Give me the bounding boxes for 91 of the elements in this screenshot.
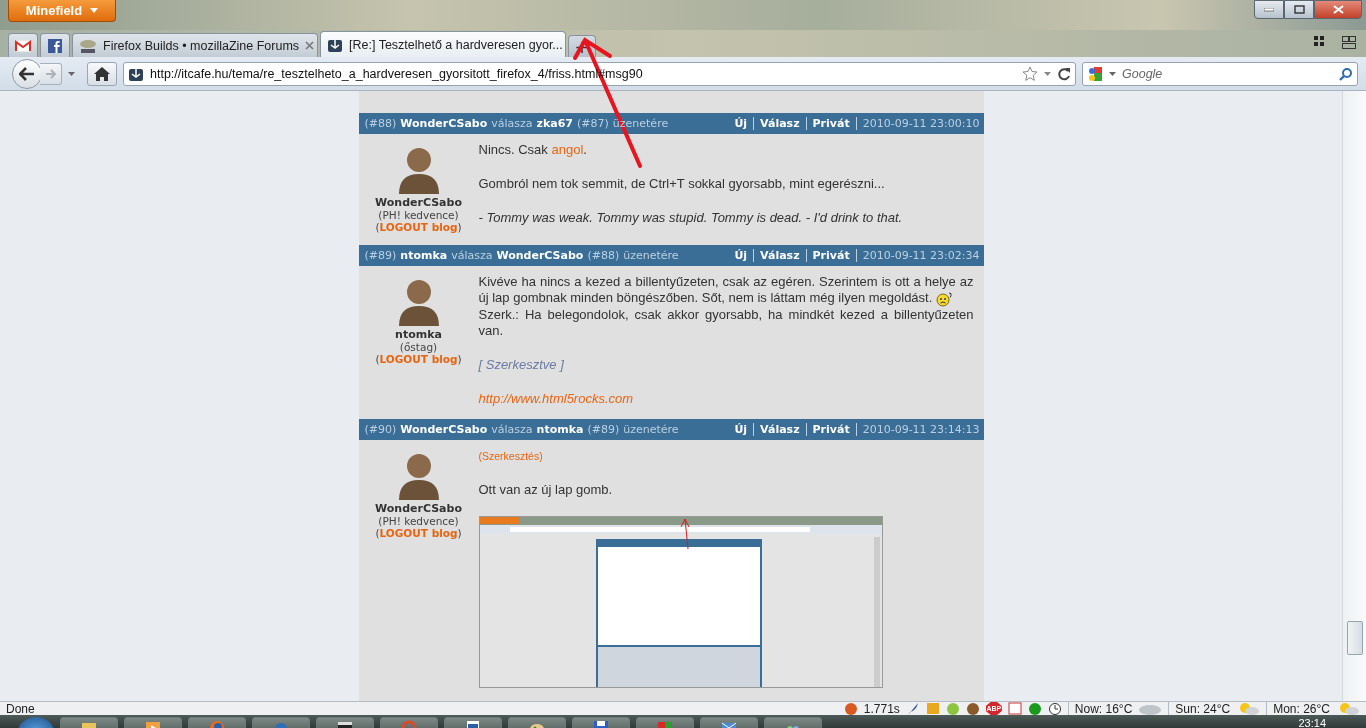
weather-reading[interactable]: Sun: 24°C: [1175, 702, 1231, 715]
dropdown-icon[interactable]: [68, 71, 75, 76]
paren: ): [457, 526, 462, 539]
back-arrow-icon: [19, 66, 35, 81]
reply-label: válasza: [491, 422, 533, 436]
post-number[interactable]: (#88): [364, 117, 397, 130]
confused-smiley-icon: [935, 290, 953, 307]
scrollbar[interactable]: [1342, 91, 1366, 701]
minimize-icon: [1264, 7, 1274, 12]
browser-tab[interactable]: Firefox Builds • mozillaZine Forums: [72, 33, 318, 57]
paren: (: [375, 526, 380, 539]
user-rank: (őstag): [399, 341, 438, 353]
post-date: 2010-09-11 23:14:13: [861, 422, 980, 436]
post-date: 2010-09-11 23:00:10: [861, 117, 980, 130]
close-icon: [1332, 5, 1344, 14]
signature-quote: - Tommy was weak. Tommy was stupid. Tommy is dead. - I'd drink to that.: [478, 210, 904, 226]
clock-icon[interactable]: [1047, 702, 1062, 715]
status-text: Done: [6, 702, 36, 715]
load-time: 1.771s: [863, 702, 900, 715]
post-action-link[interactable]: Privát: [806, 249, 857, 262]
airship-icon: [79, 37, 97, 54]
post-action-link[interactable]: Privát: [806, 422, 857, 436]
close-button[interactable]: [1314, 0, 1362, 19]
weather-reading[interactable]: Mon: 26°C: [1273, 702, 1330, 715]
post-paragraph: Ott van az új lap gomb.: [478, 481, 614, 498]
caret-icon: [90, 8, 99, 13]
paren: ): [457, 353, 462, 365]
reply-to-name[interactable]: WonderCSabo: [496, 249, 584, 262]
dropdown-icon[interactable]: [1109, 71, 1116, 76]
restore-icon: [1293, 5, 1305, 14]
post-action-link[interactable]: Válasz: [754, 117, 807, 130]
author-name[interactable]: WonderCSabo: [400, 117, 488, 130]
weather-reading[interactable]: Now: 16°C: [1074, 702, 1133, 715]
calendar-icon[interactable]: [1007, 702, 1022, 715]
reply-number[interactable]: (#89): [587, 422, 620, 436]
reply-number[interactable]: (#88): [587, 249, 620, 262]
search-placeholder[interactable]: Google: [1122, 66, 1333, 81]
user-name[interactable]: WonderCSabo: [375, 501, 462, 515]
user-rank: (PH! kedvence): [378, 514, 459, 527]
post-action-link[interactable]: Új: [728, 422, 755, 436]
search-icon[interactable]: [1339, 66, 1353, 81]
browser-tab[interactable]: [Re:] Tesztelhető a hardveresen gyor...: [320, 31, 566, 57]
post-action-link[interactable]: Válasz: [754, 249, 807, 262]
reply-label: válasza: [491, 117, 533, 130]
home-button[interactable]: [87, 61, 117, 86]
post-paragraph: Gombról nem tok semmit, de Ctrl+T sokkal gyorsabb, mint egerészni...: [478, 176, 886, 192]
author-name[interactable]: WonderCSabo: [400, 422, 488, 436]
reply-suffix: üzenetére: [623, 249, 679, 262]
post-action-link[interactable]: Új: [728, 117, 755, 130]
author-name[interactable]: ntomka: [400, 249, 448, 262]
reply-to-name[interactable]: ntomka: [536, 422, 584, 436]
user-name[interactable]: WonderCSabo: [375, 196, 462, 209]
taskbar-clock: 23:14: [1298, 716, 1327, 728]
paren: (: [375, 221, 380, 233]
forward-arrow-icon: [44, 68, 57, 79]
post-paragraph: Nincs. Csak angol.: [478, 142, 588, 158]
paren: ): [457, 221, 462, 233]
star-icon[interactable]: [1022, 66, 1038, 81]
maximize-button[interactable]: [1284, 0, 1314, 19]
envelope-icon: [15, 39, 31, 52]
back-button[interactable]: [12, 58, 42, 89]
reply-to-name[interactable]: zka67: [536, 117, 573, 130]
post-number[interactable]: (#90): [364, 422, 397, 436]
globe-icon[interactable]: [945, 702, 960, 715]
post-action-link[interactable]: Válasz: [754, 422, 807, 436]
pinned-tab[interactable]: [8, 33, 38, 57]
reload-icon[interactable]: [1057, 66, 1071, 81]
reply-label: válasza: [451, 249, 493, 262]
post-action-link[interactable]: Privát: [806, 117, 857, 130]
reply-number[interactable]: (#87): [577, 117, 609, 130]
circle-icon[interactable]: [1027, 702, 1042, 715]
dropdown-icon[interactable]: [1044, 71, 1051, 76]
post-paragraph: Kivéve ha nincs a kezed a billentyűzeten, csak az egéren. Szerintem is ott a helye az új lap gombnak minden böngészőben. Sőt, nem is láttam még ilyen megoldást. Szerk.: Ha belegondolok, csak akkor gyorsabb, ha mindkét kezed a billentyűzeten van.: [478, 274, 974, 339]
f-logo-icon: [48, 38, 62, 53]
user-name[interactable]: ntomka: [395, 328, 442, 341]
reply-suffix: üzenetére: [623, 422, 679, 436]
pinned-tab[interactable]: [40, 33, 70, 57]
post-date: 2010-09-11 23:02:34: [861, 249, 980, 262]
edited-note[interactable]: [ Szerkesztve ]: [478, 356, 974, 373]
post-number[interactable]: (#89): [364, 249, 397, 262]
grid-icon[interactable]: [1314, 36, 1324, 46]
search-engine-icon[interactable]: [1087, 65, 1103, 82]
home-icon: [94, 66, 110, 81]
close-icon[interactable]: [305, 41, 315, 50]
tab-groups-icon[interactable]: [1342, 36, 1356, 49]
post-action-link[interactable]: Új: [728, 249, 755, 262]
paren: (: [375, 353, 380, 365]
user-rank: (PH! kedvence): [378, 209, 459, 221]
minimize-button[interactable]: [1254, 0, 1284, 19]
scroll-thumb[interactable]: [1346, 621, 1363, 655]
search-field[interactable]: Google: [1082, 61, 1358, 86]
